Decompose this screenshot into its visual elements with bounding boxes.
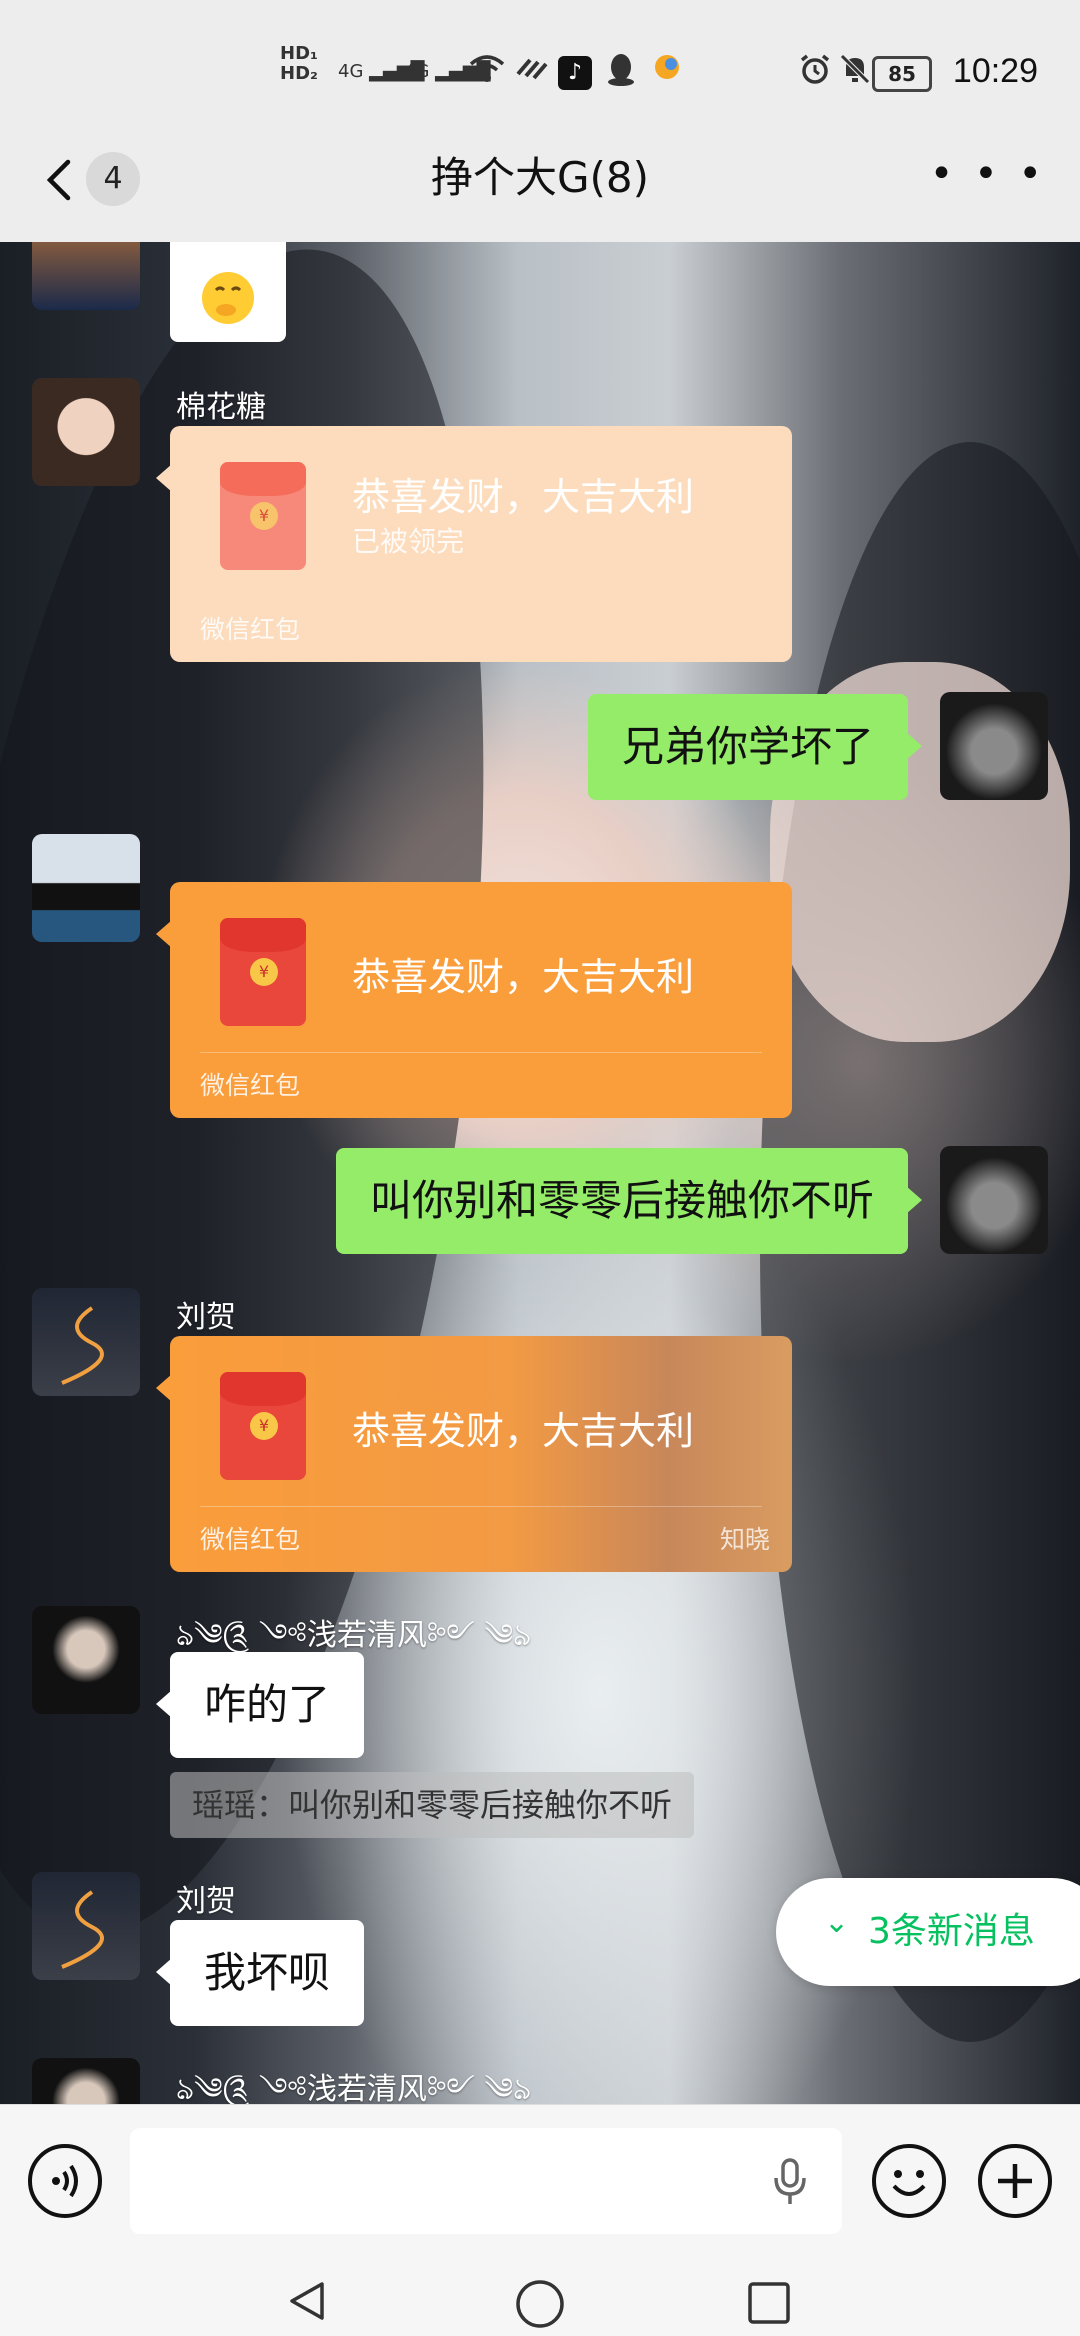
status-bar: HD₁ HD₂ 4G ▂▄▆█ 4G ▂▄▆█ ♪ 85 10:29 (0, 0, 1080, 150)
message-bubble[interactable]: 咋的了 (155, 1652, 365, 1758)
divider (200, 1506, 762, 1507)
nav-recents-icon[interactable] (746, 2280, 792, 2330)
avatar[interactable] (32, 242, 140, 310)
link-icon (514, 52, 550, 88)
my-avatar[interactable] (940, 1146, 1048, 1254)
red-packet-title: 恭喜发财，大吉大利 (352, 1409, 695, 1453)
red-packet-label: 微信红包 (200, 1071, 301, 1100)
red-packet-status: 已被领完 (352, 525, 465, 558)
plus-icon[interactable] (978, 2144, 1052, 2218)
avatar[interactable] (32, 1872, 140, 1980)
avatar[interactable] (32, 834, 140, 942)
message-bubble[interactable]: 我坏呗 (155, 1920, 365, 2026)
hd1-label: HD (280, 43, 311, 64)
avatar[interactable] (32, 2058, 140, 2104)
wifi-icon (468, 52, 506, 88)
sender-name: 棉花糖 (176, 390, 266, 425)
red-packet-label: 微信红包 (200, 1525, 301, 1554)
red-packet-icon: ¥ (220, 918, 306, 1026)
my-message-bubble[interactable]: 兄弟你学坏了 (587, 694, 923, 800)
red-packet-title: 恭喜发财，大吉大利 (352, 475, 695, 519)
battery-indicator: 85 (872, 56, 932, 92)
hd2-label: HD (280, 63, 311, 84)
chat-title: 挣个大G(8) (430, 153, 650, 202)
thinking-emoji-icon (202, 272, 254, 324)
more-options-button[interactable]: • • • (930, 154, 1046, 194)
chat-area[interactable]: 棉花糖 ¥ 恭喜发财，大吉大利 已被领完 微信红包 兄弟你学坏了 ¥ 恭喜发财，… (0, 242, 1080, 2104)
alarm-icon (798, 52, 832, 88)
mute-icon (838, 52, 872, 88)
red-packet-label: 微信红包 (200, 615, 301, 644)
divider (200, 1052, 762, 1053)
tiktok-icon: ♪ (558, 56, 592, 90)
system-nav-bar (0, 2252, 1080, 2336)
red-packet-brand: 知晓 (719, 1525, 770, 1554)
red-packet-message[interactable]: ¥ 恭喜发财，大吉大利 微信红包 知晓 (156, 1336, 792, 1572)
my-avatar[interactable] (940, 692, 1048, 800)
road-glow-icon (61, 1890, 104, 1969)
nav-home-icon[interactable] (514, 2278, 566, 2334)
avatar[interactable] (32, 1288, 140, 1396)
hd-indicator: HD₁ HD₂ (280, 43, 318, 84)
new-messages-label: 3条新消息 (868, 1911, 1035, 1952)
my-message-bubble[interactable]: 叫你别和零零后接触你不听 (335, 1148, 923, 1254)
avatar[interactable] (32, 1606, 140, 1714)
new-messages-button[interactable]: ⌄ 3条新消息 (776, 1878, 1080, 1986)
red-packet-message[interactable]: ¥ 恭喜发财，大吉大利 微信红包 (156, 882, 792, 1118)
qq-icon (606, 52, 636, 88)
app-icon (652, 52, 682, 88)
voice-icon[interactable] (28, 2144, 102, 2218)
quoted-message[interactable]: 瑶瑶：叫你别和零零后接触你不听 (170, 1772, 695, 1838)
nav-back-icon[interactable] (284, 2278, 330, 2328)
sender-name: ঌ༄༊ ༺浅若清风༻ ༄ঌ (176, 2072, 532, 2104)
sender-name: 刘贺 (176, 1884, 236, 1919)
message-input[interactable] (130, 2128, 842, 2234)
red-packet-message[interactable]: ¥ 恭喜发财，大吉大利 已被领完 微信红包 (156, 426, 792, 662)
red-packet-title: 恭喜发财，大吉大利 (352, 955, 695, 999)
avatar[interactable] (32, 378, 140, 486)
road-glow-icon (61, 1306, 104, 1385)
emoji-message[interactable] (170, 242, 286, 342)
sender-name: 刘贺 (176, 1300, 236, 1335)
mic-icon[interactable] (772, 2158, 808, 2210)
clock: 10:29 (952, 52, 1038, 90)
double-chevron-down-icon: ⌄ (824, 1905, 850, 1940)
red-packet-icon: ¥ (220, 1372, 306, 1480)
emoji-icon[interactable] (872, 2144, 946, 2218)
red-packet-icon: ¥ (220, 462, 306, 570)
